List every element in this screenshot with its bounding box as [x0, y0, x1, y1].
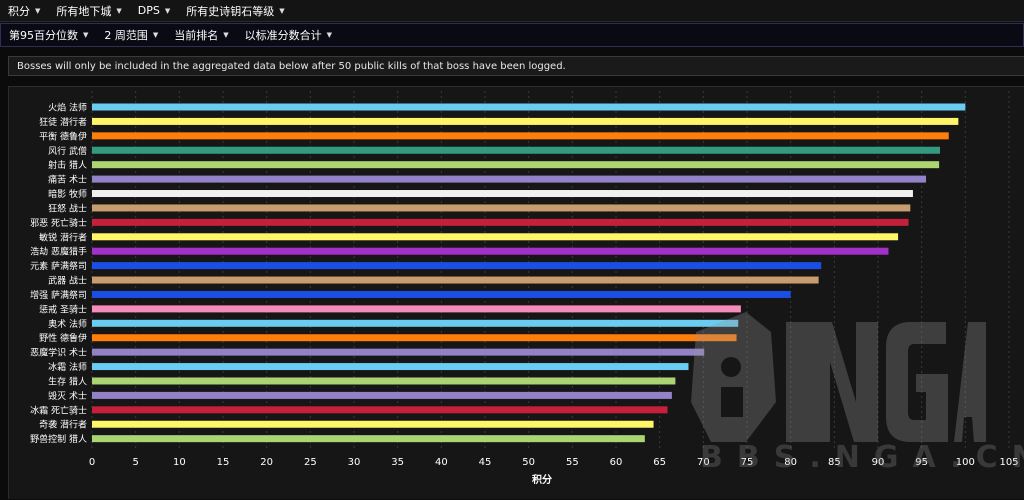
- filter-percentile-label: 第95百分位数: [9, 29, 78, 42]
- category-label: 邪恶 死亡骑士: [30, 217, 87, 229]
- bar[interactable]: [92, 406, 668, 414]
- menu-keystone-dropdown[interactable]: 所有史诗钥石等级 ▼: [178, 0, 292, 21]
- bar[interactable]: [92, 190, 913, 198]
- filter-range-dropdown[interactable]: 2 周范围 ▼: [96, 24, 166, 46]
- chevron-down-icon: ▼: [152, 31, 159, 39]
- chevron-down-icon: ▼: [279, 6, 285, 15]
- menu-metric-dropdown[interactable]: 积分 ▼: [0, 0, 48, 21]
- category-label: 火焰 法师: [48, 102, 87, 114]
- category-label: 射击 猎人: [48, 159, 87, 171]
- menu-dungeon-label: 所有地下城: [56, 4, 112, 18]
- category-label: 暗影 牧师: [48, 188, 87, 200]
- notice-banner: Bosses will only be included in the aggr…: [8, 56, 1024, 76]
- category-label: 惩戒 圣骑士: [39, 303, 87, 315]
- bar[interactable]: [92, 290, 791, 298]
- x-tick-label: 50: [522, 457, 535, 468]
- menu-role-dropdown[interactable]: DPS ▼: [130, 0, 178, 21]
- chevron-down-icon: ▼: [116, 6, 122, 15]
- bar[interactable]: [92, 305, 741, 313]
- filter-ranking-dropdown[interactable]: 当前排名 ▼: [166, 24, 236, 46]
- category-label: 奇袭 潜行者: [39, 419, 87, 431]
- filter-ranking-label: 当前排名: [174, 29, 219, 42]
- bar[interactable]: [92, 420, 654, 428]
- x-tick-label: 30: [348, 457, 361, 468]
- chevron-down-icon: ▼: [35, 6, 41, 15]
- category-label: 敏锐 潜行者: [39, 231, 87, 243]
- menu-keystone-label: 所有史诗钥石等级: [186, 4, 275, 18]
- bar[interactable]: [92, 334, 737, 342]
- x-tick-label: 15: [217, 457, 230, 468]
- menu-metric-label: 积分: [8, 4, 30, 18]
- category-label: 痛苦 术士: [48, 174, 87, 186]
- filter-aggregate-label: 以标准分数合计: [244, 29, 322, 42]
- chevron-down-icon: ▼: [164, 6, 171, 15]
- category-label: 奥术 法师: [48, 318, 87, 330]
- x-tick-label: 35: [391, 457, 404, 468]
- chevron-down-icon: ▼: [83, 31, 89, 39]
- x-tick-label: 10: [173, 457, 186, 468]
- chevron-down-icon: ▼: [326, 31, 333, 39]
- bar[interactable]: [92, 377, 676, 385]
- bar[interactable]: [92, 262, 822, 270]
- category-label: 野兽控制 猎人: [30, 433, 87, 445]
- bar[interactable]: [92, 363, 689, 371]
- filter-percentile-dropdown[interactable]: 第95百分位数 ▼: [1, 24, 96, 46]
- x-tick-label: 20: [260, 457, 273, 468]
- menu-dungeon-dropdown[interactable]: 所有地下城 ▼: [48, 0, 129, 21]
- category-label: 野性 德鲁伊: [39, 332, 87, 344]
- bar[interactable]: [92, 435, 645, 443]
- bar[interactable]: [92, 233, 899, 241]
- x-tick-label: 40: [435, 457, 448, 468]
- category-label: 狂怒 战士: [48, 202, 87, 214]
- filter-aggregate-dropdown[interactable]: 以标准分数合计 ▼: [237, 24, 340, 46]
- bar-chart: 火焰 法师狂徒 潜行者平衡 德鲁伊风行 武僧射击 猎人痛苦 术士暗影 牧师狂怒 …: [30, 91, 1019, 486]
- notice-text: Bosses will only be included in the aggr…: [17, 60, 566, 72]
- category-label: 浩劫 恶魔猎手: [30, 246, 87, 258]
- bar[interactable]: [92, 146, 941, 154]
- bar[interactable]: [92, 319, 739, 327]
- category-label: 狂徒 潜行者: [39, 116, 87, 128]
- chart-category-labels: 火焰 法师狂徒 潜行者平衡 德鲁伊风行 武僧射击 猎人痛苦 术士暗影 牧师狂怒 …: [30, 102, 87, 446]
- category-label: 生存 猎人: [48, 375, 87, 387]
- x-tick-label: 60: [610, 457, 623, 468]
- filter-menu-bar: 第95百分位数 ▼ 2 周范围 ▼ 当前排名 ▼ 以标准分数合计 ▼: [0, 23, 1024, 47]
- category-label: 风行 武僧: [48, 145, 87, 157]
- x-tick-label: 0: [89, 457, 95, 468]
- x-tick-label: 55: [566, 457, 579, 468]
- x-tick-label: 45: [479, 457, 492, 468]
- watermark-text: BBS.NGA.CN: [700, 440, 1024, 475]
- category-label: 冰霜 死亡骑士: [30, 404, 87, 416]
- bar[interactable]: [92, 391, 672, 399]
- chart-panel: 火焰 法师狂徒 潜行者 平衡 德鲁伊风行 武僧射击 猎人痛苦 术士暗影 牧师狂怒 …: [8, 86, 1024, 499]
- x-tick-label: 65: [653, 457, 666, 468]
- category-label: 毁灭 术士: [48, 390, 87, 402]
- chevron-down-icon: ▼: [223, 31, 229, 39]
- category-label: 武器 战士: [48, 275, 87, 287]
- bar[interactable]: [92, 161, 940, 169]
- category-label: 恶魔学识 术士: [30, 347, 87, 359]
- category-label: 冰霜 法师: [48, 361, 87, 373]
- bar[interactable]: [92, 247, 889, 255]
- category-label: 增强 萨满祭司: [30, 289, 87, 301]
- x-axis-label: 积分: [532, 473, 552, 486]
- bar[interactable]: [92, 132, 949, 140]
- top-menu-bar: 积分 ▼ 所有地下城 ▼ DPS ▼ 所有史诗钥石等级 ▼: [0, 0, 1024, 22]
- bar[interactable]: [92, 117, 959, 125]
- x-tick-label: 5: [132, 457, 138, 468]
- bar[interactable]: [92, 218, 909, 226]
- bar[interactable]: [92, 103, 966, 111]
- x-tick-label: 25: [304, 457, 317, 468]
- category-label: 平衡 德鲁伊: [39, 130, 87, 142]
- bar[interactable]: [92, 348, 705, 356]
- menu-role-label: DPS: [137, 4, 160, 17]
- category-label: 元素 萨满祭司: [30, 260, 87, 272]
- filter-range-label: 2 周范围: [104, 29, 148, 42]
- bar[interactable]: [92, 175, 927, 183]
- bar[interactable]: [92, 204, 911, 212]
- bar[interactable]: [92, 276, 819, 284]
